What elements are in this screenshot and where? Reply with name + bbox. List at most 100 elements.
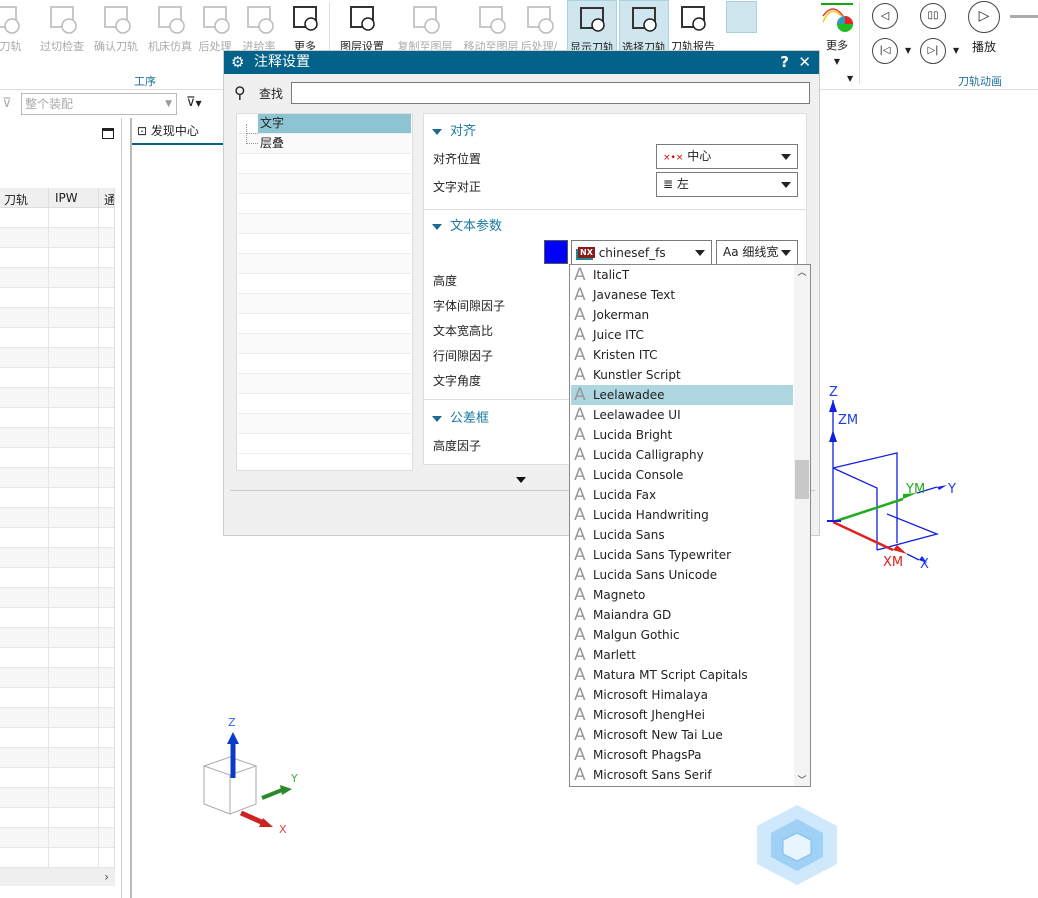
step-forward-button[interactable]: ▷| [920, 38, 946, 64]
assembly-filter-select[interactable]: 整个装配 ▼ [21, 93, 177, 115]
help-button[interactable]: ? [780, 51, 789, 74]
font-option[interactable]: A Microsoft PhagsPa [571, 745, 793, 765]
section-text[interactable]: 文本参数 [432, 215, 502, 234]
chevron-down-icon[interactable]: ▼ [905, 46, 911, 55]
font-option[interactable]: A Matura MT Script Capitals [571, 665, 793, 685]
align-position-select[interactable]: ×•× 中心 [656, 144, 798, 169]
speed-slider[interactable] [1010, 15, 1038, 18]
section-tolerance[interactable]: 公差框 [432, 407, 489, 426]
font-option[interactable]: A Leelawadee [571, 385, 793, 405]
table-row[interactable] [0, 228, 114, 248]
font-option[interactable]: A Leelawadee UI [571, 405, 793, 425]
font-option[interactable]: A Kristen ITC [571, 345, 793, 365]
font-option[interactable]: A Lucida Calligraphy [571, 445, 793, 465]
table-row[interactable] [0, 708, 114, 728]
table-row[interactable] [0, 788, 114, 808]
dialog-titlebar[interactable]: ⚙ 注释设置 ? ✕ [224, 51, 819, 74]
chevron-down-icon[interactable]: ▼ [953, 46, 959, 55]
toggle-display-button[interactable] [726, 1, 757, 33]
justify-select[interactable]: ≣ 左 [656, 172, 798, 197]
text-color-swatch[interactable] [544, 240, 568, 264]
column-header[interactable]: IPW [55, 191, 78, 205]
font-dropdown-list[interactable]: A ItalicT A Javanese Text A Jokerman A Juice IT… [569, 264, 811, 787]
section-align[interactable]: 对齐 [432, 120, 476, 139]
font-option[interactable]: A Jokerman [571, 305, 793, 325]
font-option[interactable]: A Kunstler Script [571, 365, 793, 385]
table-row[interactable] [0, 208, 114, 228]
font-option[interactable]: A Magneto [571, 585, 793, 605]
font-option[interactable]: A Lucida Fax [571, 485, 793, 505]
scroll-down-icon[interactable]: ﹀ [794, 773, 810, 786]
font-option[interactable]: A Lucida Handwriting [571, 505, 793, 525]
table-row[interactable] [0, 508, 114, 528]
font-option[interactable]: A Lucida Console [571, 465, 793, 485]
table-row[interactable] [0, 668, 114, 688]
table-row[interactable] [0, 588, 114, 608]
more-display-button[interactable]: 更多 ▼ [815, 2, 859, 72]
font-select[interactable]: NX chinesef_fs [571, 240, 712, 265]
font-option[interactable]: A Malgun Gothic [571, 625, 793, 645]
close-button[interactable]: ✕ [798, 51, 811, 74]
table-row[interactable] [0, 828, 114, 848]
table-row[interactable] [0, 848, 114, 868]
font-option[interactable]: A Microsoft JhengHei [571, 705, 793, 725]
table-row[interactable] [0, 628, 114, 648]
rewind-button[interactable]: ◁ [872, 3, 898, 29]
font-option[interactable]: A Lucida Bright [571, 425, 793, 445]
table-row[interactable] [0, 728, 114, 748]
font-option[interactable]: A Microsoft Himalaya [571, 685, 793, 705]
table-row[interactable] [0, 748, 114, 768]
table-row[interactable] [0, 548, 114, 568]
column-header[interactable]: 刀轨 [4, 191, 28, 208]
expand-more-icon[interactable] [516, 477, 526, 483]
ribbon-expand-icon[interactable]: ▼ [847, 74, 853, 83]
ribbon-button[interactable]: 成刀轨 [0, 0, 30, 58]
filter-icon[interactable]: ⊽ [2, 96, 12, 111]
table-row[interactable] [0, 488, 114, 508]
table-row[interactable] [0, 348, 114, 368]
horizontal-scrollbar[interactable]: › [0, 868, 115, 886]
font-option[interactable]: A Microsoft Sans Serif [571, 765, 793, 785]
font-option[interactable]: A Lucida Sans [571, 525, 793, 545]
scroll-thumb[interactable] [795, 460, 809, 499]
line-width-select[interactable]: Aa 细线宽 [716, 240, 798, 265]
table-row[interactable] [0, 268, 114, 288]
table-row[interactable] [0, 468, 114, 488]
maximize-icon[interactable] [102, 128, 114, 139]
font-option[interactable]: A Lucida Sans Unicode [571, 565, 793, 585]
table-row[interactable] [0, 428, 114, 448]
font-option[interactable]: A Maiandra GD [571, 605, 793, 625]
table-row[interactable] [0, 388, 114, 408]
font-option[interactable]: A Marlett [571, 645, 793, 665]
table-row[interactable] [0, 608, 114, 628]
table-row[interactable] [0, 328, 114, 348]
table-row[interactable] [0, 308, 114, 328]
table-row[interactable] [0, 768, 114, 788]
table-row[interactable] [0, 808, 114, 828]
search-input[interactable] [291, 82, 810, 104]
font-option[interactable]: A Microsoft New Tai Lue [571, 725, 793, 745]
font-option[interactable]: A Lucida Sans Typewriter [571, 545, 793, 565]
vertical-scrollbar[interactable]: ︿ ﹀ [794, 265, 810, 786]
table-row[interactable] [0, 648, 114, 668]
ribbon-button[interactable]: 机床仿真 [145, 0, 195, 58]
table-row[interactable] [0, 528, 114, 548]
type-filter-button[interactable]: ⊽▼ [186, 95, 202, 110]
table-row[interactable] [0, 688, 114, 708]
tree-item[interactable]: 文字 [238, 114, 411, 134]
ribbon-button[interactable]: 过切检查 [37, 0, 87, 58]
font-option[interactable]: A Juice ITC [571, 325, 793, 345]
table-row[interactable] [0, 248, 114, 268]
scroll-up-icon[interactable]: ︿ [794, 265, 810, 278]
play-button[interactable]: ▷ [968, 1, 1000, 33]
column-header[interactable]: 通 [104, 191, 114, 208]
font-option[interactable]: A ItalicT [571, 265, 793, 285]
tab-discovery-center[interactable]: ⊡ 发现中心 [132, 118, 224, 145]
step-back-button[interactable]: |◁ [872, 38, 898, 64]
pause-button[interactable]: ▯▯ [920, 3, 946, 29]
font-option[interactable]: A Javanese Text [571, 285, 793, 305]
ribbon-button[interactable]: 确认刀轨 [91, 0, 141, 58]
table-row[interactable] [0, 408, 114, 428]
splitter[interactable] [130, 118, 132, 898]
table-row[interactable] [0, 448, 114, 468]
